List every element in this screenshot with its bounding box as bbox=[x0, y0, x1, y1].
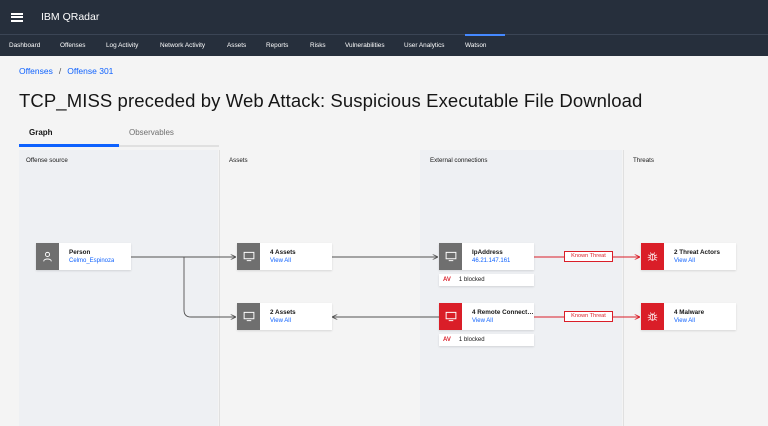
nav-offenses[interactable]: Offenses bbox=[60, 35, 106, 57]
node-4-assets[interactable]: 4 Assets View All bbox=[237, 243, 332, 270]
nav-network-activity[interactable]: Network Activity bbox=[160, 35, 227, 57]
edge-person-to-2assets bbox=[183, 257, 235, 317]
monitor-icon bbox=[439, 243, 462, 270]
blocked-badge[interactable]: AV 1 blocked bbox=[439, 274, 534, 286]
node-2-assets[interactable]: 2 Assets View All bbox=[237, 303, 332, 330]
known-threat-tag: Known Threat bbox=[564, 251, 613, 262]
blocked-count: 1 blocked bbox=[458, 277, 485, 283]
nav-vulnerabilities[interactable]: Vulnerabilities bbox=[345, 35, 404, 57]
node-link[interactable]: Celmo_Espinoza bbox=[69, 257, 114, 266]
bug-icon bbox=[641, 303, 664, 330]
node-malware[interactable]: 4 Malware View All bbox=[641, 303, 736, 330]
breadcrumb-offense-301[interactable]: Offense 301 bbox=[67, 66, 113, 76]
nav-user-analytics[interactable]: User Analytics bbox=[404, 35, 465, 57]
ip-address-value[interactable]: 46.21.147.161 bbox=[472, 257, 510, 266]
nav-log-activity[interactable]: Log Activity bbox=[106, 35, 160, 57]
view-all-link[interactable]: View All bbox=[270, 257, 296, 266]
tab-graph[interactable]: Graph bbox=[19, 126, 119, 147]
av-label: AV bbox=[443, 277, 451, 283]
nav-watson[interactable]: Watson bbox=[465, 33, 505, 57]
app-brand: IBM QRadar bbox=[41, 11, 100, 23]
node-ip-address[interactable]: IpAddress 46.21.147.161 bbox=[439, 243, 534, 270]
node-threat-actors[interactable]: 2 Threat Actors View All bbox=[641, 243, 736, 270]
nav-risks[interactable]: Risks bbox=[310, 35, 345, 57]
node-person[interactable]: Person Celmo_Espinoza bbox=[36, 243, 131, 270]
view-all-link[interactable]: View All bbox=[472, 317, 534, 326]
user-icon bbox=[36, 243, 59, 270]
graph-canvas: Offense source Assets External connectio… bbox=[19, 150, 768, 426]
node-title: 4 Remote Connect… bbox=[472, 308, 534, 316]
blocked-badge[interactable]: AV 1 blocked bbox=[439, 334, 534, 346]
top-bar: IBM QRadar bbox=[0, 0, 768, 34]
node-title: Person bbox=[69, 248, 91, 256]
monitor-icon bbox=[237, 243, 260, 270]
nav-reports[interactable]: Reports bbox=[266, 35, 310, 57]
tab-observables[interactable]: Observables bbox=[119, 126, 219, 147]
node-title: 4 Malware bbox=[674, 308, 705, 316]
view-all-link[interactable]: View All bbox=[674, 317, 704, 326]
view-all-link[interactable]: View All bbox=[270, 317, 296, 326]
av-label: AV bbox=[443, 337, 451, 343]
graph-edges bbox=[131, 150, 768, 426]
view-all-link[interactable]: View All bbox=[674, 257, 720, 266]
node-remote-connections[interactable]: 4 Remote Connect… View All bbox=[439, 303, 534, 330]
main-nav: Dashboard Offenses Log Activity Network … bbox=[0, 33, 768, 57]
monitor-icon bbox=[237, 303, 260, 330]
bug-icon bbox=[641, 243, 664, 270]
view-tabs: Graph Observables bbox=[19, 126, 219, 147]
node-title: 4 Assets bbox=[270, 248, 296, 256]
blocked-count: 1 blocked bbox=[458, 337, 485, 343]
breadcrumb-separator: / bbox=[58, 66, 62, 76]
node-title: 2 Threat Actors bbox=[674, 248, 720, 256]
node-title: 2 Assets bbox=[270, 308, 296, 316]
menu-icon[interactable] bbox=[11, 12, 23, 22]
monitor-icon bbox=[439, 303, 462, 330]
nav-assets[interactable]: Assets bbox=[227, 35, 266, 57]
nav-dashboard[interactable]: Dashboard bbox=[9, 35, 60, 57]
node-title: IpAddress bbox=[472, 248, 503, 256]
main-content: Offenses / Offense 301 TCP_MISS preceded… bbox=[0, 56, 768, 426]
page-title: TCP_MISS preceded by Web Attack: Suspici… bbox=[19, 90, 643, 111]
breadcrumb: Offenses / Offense 301 bbox=[19, 66, 113, 76]
breadcrumb-offenses[interactable]: Offenses bbox=[19, 66, 53, 76]
known-threat-tag: Known Threat bbox=[564, 311, 613, 322]
